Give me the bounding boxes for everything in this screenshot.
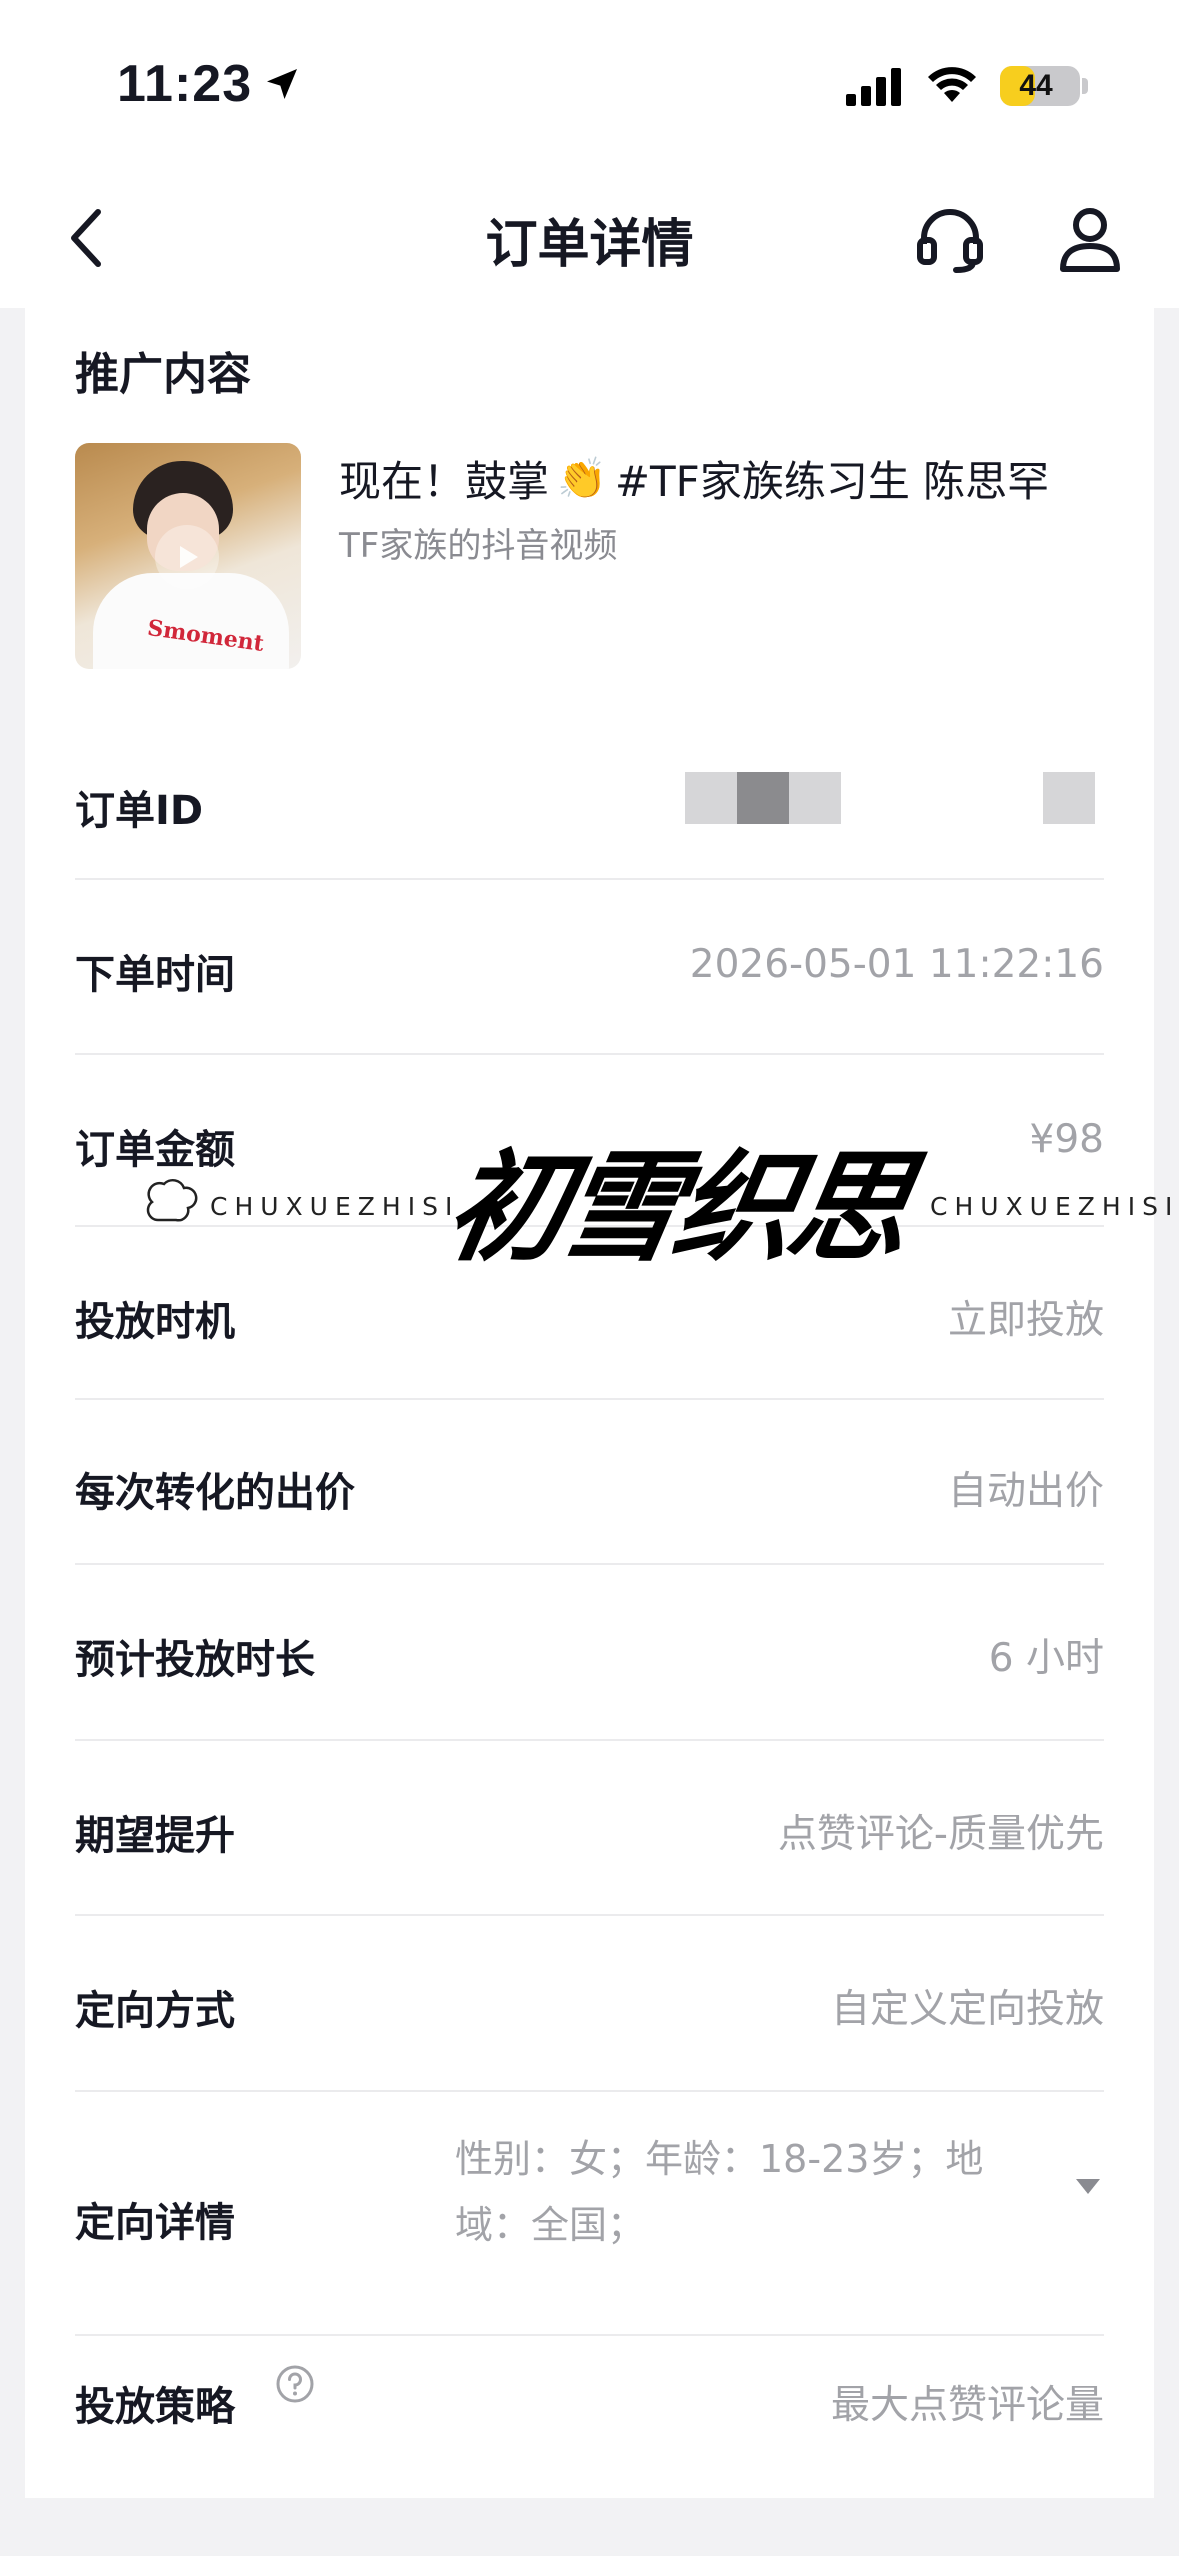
video-title[interactable]: 现在！鼓掌 👏 #TF家族练习生 陈思罕 [339,448,1129,509]
order-time-label: 下单时间 [75,952,235,998]
launch-timing-value: 立即投放 [947,1298,1104,1343]
caret-down-icon[interactable] [1072,2170,1104,2202]
battery-tip [1082,78,1088,94]
row-targeting-detail[interactable]: 定向详情 性别：女；年龄：18-23岁；地域：全国； [75,2092,1104,2336]
launch-strategy-value: 最大点赞评论量 [830,2383,1104,2428]
wifi-icon [928,67,976,102]
time-text: 11:23 [117,55,253,113]
row-order-amount: 订单金额 ¥98 [75,1055,1104,1227]
battery-indicator: 44 [1000,66,1080,106]
video-thumbnail[interactable]: Smoment [75,443,301,669]
video-subtitle: TF家族的抖音视频 [339,526,618,566]
video-title-prefix: 现在！鼓掌 [339,457,550,506]
targeting-detail-value: 性别：女；年龄：18-23岁；地域：全国； [455,2137,984,2247]
redaction-block [789,772,841,824]
redaction-block [737,772,789,824]
nav-bar: 订单详情 [0,170,1179,308]
profile-button[interactable] [1050,200,1130,280]
order-amount-value: ¥98 [1029,1117,1104,1162]
row-targeting-method: 定向方式 自定义定向投放 [75,1916,1104,2092]
row-conversion-bid: 每次转化的出价 自动出价 [75,1400,1104,1565]
order-amount-label: 订单金额 [75,1127,235,1173]
row-duration: 预计投放时长 6 小时 [75,1565,1104,1741]
redaction-block [1043,772,1095,824]
help-circle-icon[interactable] [275,2364,315,2404]
targeting-method-label: 定向方式 [75,1988,235,2034]
video-title-suffix: #TF家族练习生 陈思罕 [614,457,1050,506]
status-time: 11:23 [117,54,302,114]
redaction-block [685,772,737,824]
row-order-time: 下单时间 2026-05-01 11:22:16 [75,880,1104,1055]
location-arrow-icon [267,69,298,99]
targeting-method-value: 自定义定向投放 [830,1987,1104,2032]
order-id-label: 订单ID [75,788,204,834]
play-icon [155,525,219,589]
order-id-value-redacted [685,772,1104,824]
headset-icon [917,209,983,273]
targeting-detail-label: 定向详情 [75,2200,235,2246]
order-time-value: 2026-05-01 11:22:16 [689,942,1104,987]
launch-strategy-label: 投放策略 [75,2384,235,2430]
conversion-bid-label: 每次转化的出价 [75,1470,355,1516]
conversion-bid-value: 自动出价 [947,1469,1104,1514]
user-icon [1060,208,1120,272]
cellular-signal-icon [846,68,901,106]
duration-label: 预计投放时长 [75,1637,315,1683]
page-title: 订单详情 [485,215,694,275]
battery-percentage: 44 [1019,69,1053,102]
row-launch-strategy: 投放策略 最大点赞评论量 [75,2336,1104,2486]
status-bar: 11:23 44 [0,0,1179,170]
row-expected-boost: 期望提升 点赞评论-质量优先 [75,1741,1104,1916]
section-title-promo: 推广内容 [75,349,251,400]
customer-service-button[interactable] [910,200,990,280]
launch-timing-label: 投放时机 [75,1299,235,1345]
order-detail-card: 推广内容 Smoment 现在！鼓掌 👏 #TF家族练习生 陈思罕 TF家族的抖… [25,308,1154,2498]
clapping-hands-icon: 👏 [557,456,607,502]
row-order-id: 订单ID [75,720,1104,880]
expected-boost-label: 期望提升 [75,1813,235,1859]
expected-boost-value: 点赞评论-质量优先 [777,1812,1104,1857]
row-launch-timing: 投放时机 立即投放 [75,1227,1104,1400]
duration-value: 6 小时 [988,1636,1104,1681]
